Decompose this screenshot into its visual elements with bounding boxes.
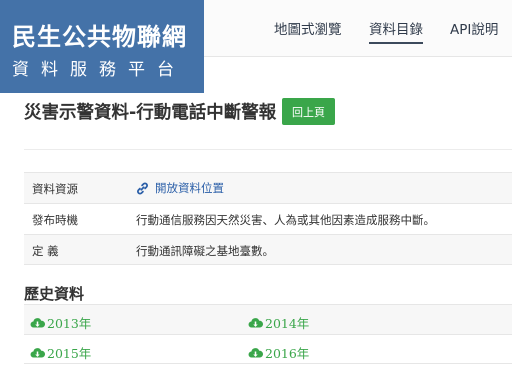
download-2014-link[interactable]: 2014年 bbox=[248, 313, 309, 332]
publish-value: 行動通信服務因天然災害、人為或其他因素造成服務中斷。 bbox=[136, 213, 435, 227]
info-table: 資料資源 開放資料位置 發布時機 行動通信服務因天然災害、人為或其他因素造成服務… bbox=[24, 172, 512, 265]
info-row-publish: 發布時機 行動通信服務因天然災害、人為或其他因素造成服務中斷。 bbox=[24, 203, 512, 234]
open-data-link-label: 開放資料位置 bbox=[155, 181, 224, 195]
download-2015-label: 2015年 bbox=[47, 346, 92, 361]
definition-label: 定 義 bbox=[32, 244, 59, 258]
nav-map-browse[interactable]: 地圖式瀏覽 bbox=[274, 18, 342, 38]
title-row: 災害示警資料-行動電話中斷警報 回上頁 bbox=[24, 96, 512, 150]
history-table: 2013年 2014年 2015年 2016年 bbox=[24, 304, 512, 364]
history-title: 歷史資料 bbox=[24, 285, 85, 303]
download-2016-label: 2016年 bbox=[265, 346, 310, 361]
history-row: 2013年 2014年 bbox=[24, 304, 512, 334]
logo-title: 民生公共物聯網 bbox=[12, 23, 187, 51]
link-icon bbox=[137, 182, 148, 194]
download-2015-link[interactable]: 2015年 bbox=[30, 343, 91, 362]
publish-label: 發布時機 bbox=[32, 213, 78, 227]
page-title: 災害示警資料-行動電話中斷警報 bbox=[24, 103, 277, 123]
site-logo[interactable]: 民生公共物聯網 資料服務平台 bbox=[0, 0, 204, 93]
nav-api-docs[interactable]: API說明 bbox=[450, 18, 498, 38]
logo-subtitle: 資料服務平台 bbox=[12, 60, 186, 80]
cloud-download-icon bbox=[30, 317, 45, 328]
cloud-download-icon bbox=[30, 347, 45, 358]
cloud-download-icon bbox=[248, 317, 263, 328]
resource-label: 資料資源 bbox=[32, 182, 78, 196]
download-2013-label: 2013年 bbox=[47, 316, 92, 331]
info-row-definition: 定 義 行動通訊障礙之基地臺數。 bbox=[24, 234, 512, 265]
download-2014-label: 2014年 bbox=[265, 316, 310, 331]
back-button[interactable]: 回上頁 bbox=[282, 98, 335, 125]
open-data-link[interactable]: 開放資料位置 bbox=[136, 180, 224, 196]
nav-data-catalog[interactable]: 資料目錄 bbox=[369, 18, 423, 44]
info-row-resource: 資料資源 開放資料位置 bbox=[24, 172, 512, 203]
download-2016-link[interactable]: 2016年 bbox=[248, 343, 309, 362]
download-2013-link[interactable]: 2013年 bbox=[30, 313, 91, 332]
history-row: 2015年 2016年 bbox=[24, 334, 512, 364]
page: 地圖式瀏覽 資料目錄 API說明 民生公共物聯網 資料服務平台 災害示警資料-行… bbox=[0, 0, 512, 367]
cloud-download-icon bbox=[248, 347, 263, 358]
definition-value: 行動通訊障礙之基地臺數。 bbox=[136, 244, 274, 258]
